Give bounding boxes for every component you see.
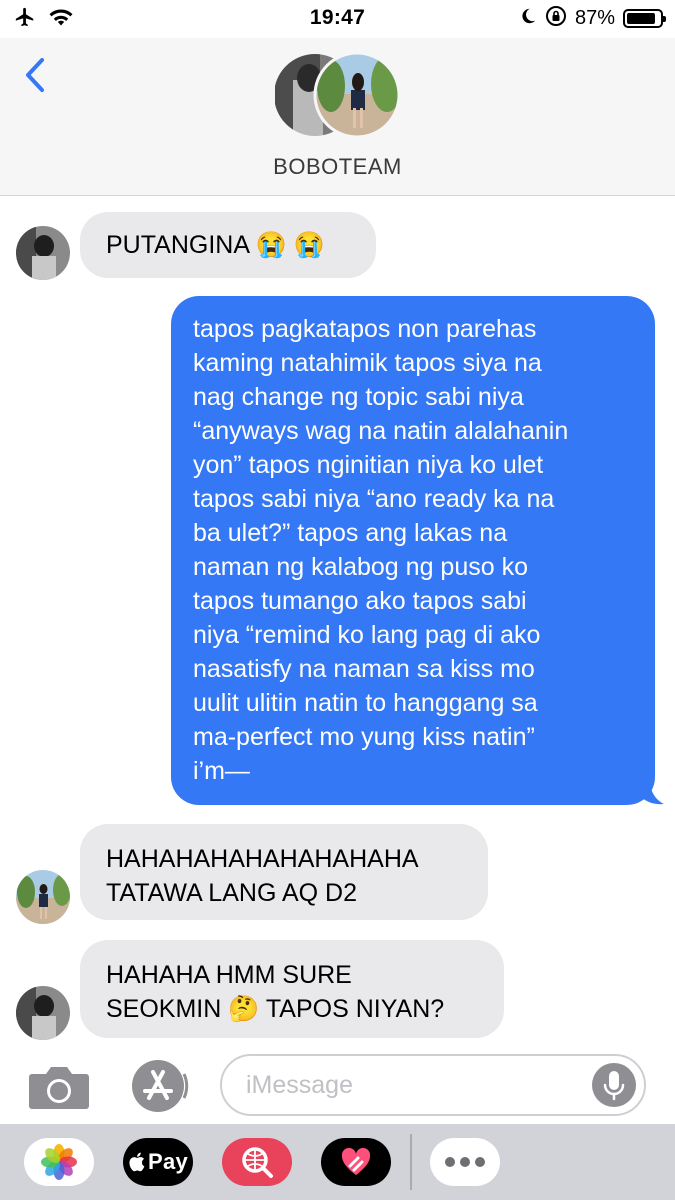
message-line: tapos sabi niya “ano ready ka na xyxy=(193,485,555,513)
message-bubble-incoming[interactable]: HAHAHA HMM SURE SEOKMIN 🤔 TAPOS NIYAN? xyxy=(80,940,504,1038)
web-images-icon xyxy=(242,1147,273,1178)
more-icon xyxy=(445,1157,485,1167)
web-images-app-button[interactable] xyxy=(222,1138,292,1186)
message-bubble-incoming[interactable]: HAHAHAHAHAHAHAHAHA TATAWA LANG AQ D2 xyxy=(80,824,488,920)
message-line: i’m— xyxy=(193,757,250,785)
apple-pay-label: Pay xyxy=(147,1149,189,1174)
message-line: ba ulet?” tapos ang lakas na xyxy=(193,519,508,547)
message-input[interactable]: iMessage xyxy=(220,1054,646,1116)
bubble-tail xyxy=(640,780,664,805)
message-line: ma-perfect mo yung kiss natin” xyxy=(193,723,535,751)
app-store-icon xyxy=(132,1060,189,1112)
chevron-left-icon xyxy=(26,58,44,92)
message-line: naman ng kalabog ng puso ko xyxy=(193,553,528,581)
camera-button[interactable] xyxy=(28,1062,90,1110)
message-line: nag change ng topic sabi niya xyxy=(193,383,524,411)
sender-avatar[interactable] xyxy=(16,870,70,924)
microphone-icon xyxy=(603,1071,625,1101)
app-store-button[interactable] xyxy=(126,1058,190,1114)
message-line: tapos tumango ako tapos sabi xyxy=(193,587,527,615)
drawer-divider xyxy=(410,1134,412,1190)
message-bubble-incoming[interactable]: PUTANGINA 😭 😭 xyxy=(80,212,376,278)
message-line: TATAWA LANG AQ D2 xyxy=(106,879,357,907)
digital-touch-icon xyxy=(341,1147,371,1175)
battery-icon xyxy=(623,9,666,28)
message-line: uulit ulitin natin to hanggang sa xyxy=(193,689,538,717)
group-avatar[interactable] xyxy=(272,50,401,140)
message-line: SEOKMIN 🤔 TAPOS NIYAN? xyxy=(106,995,445,1023)
orientation-lock-icon xyxy=(545,5,567,32)
sender-avatar[interactable] xyxy=(16,986,70,1040)
message-line: HAHAHA HMM SURE xyxy=(106,961,352,989)
more-apps-button[interactable] xyxy=(430,1138,500,1186)
message-line: HAHAHAHAHAHAHAHAHA xyxy=(106,845,419,873)
message-line: “anyways wag na natin alalahanin xyxy=(193,417,569,445)
battery-percent: 87% xyxy=(574,7,615,29)
apple-pay-button[interactable]: Pay xyxy=(123,1138,193,1186)
message-line: niya “remind ko lang pag di ako xyxy=(193,621,541,649)
digital-touch-app-button[interactable] xyxy=(321,1138,391,1186)
message-line: nasatisfy na naman sa kiss mo xyxy=(193,655,535,683)
apple-logo-icon xyxy=(129,1152,145,1172)
microphone-button[interactable] xyxy=(592,1063,636,1107)
sender-avatar[interactable] xyxy=(16,226,70,280)
conversation-title[interactable]: BOBOTEAM xyxy=(0,154,675,180)
message-line: tapos pagkatapos non parehas xyxy=(193,315,537,343)
message-text: PUTANGINA 😭 😭 xyxy=(106,231,325,259)
message-line: yon” tapos nginitian niya ko ulet xyxy=(193,451,544,479)
message-bubble-outgoing[interactable]: tapos pagkatapos non parehas kaming nata… xyxy=(171,296,655,805)
app-drawer: Pay xyxy=(0,1124,675,1200)
message-line: kaming natahimik tapos siya na xyxy=(193,349,542,377)
status-bar: 19:47 87% xyxy=(0,0,675,38)
back-button[interactable] xyxy=(20,56,54,96)
message-input-placeholder: iMessage xyxy=(246,1071,353,1099)
photos-icon xyxy=(41,1144,77,1180)
conversation-header: BOBOTEAM xyxy=(0,38,675,196)
moon-icon xyxy=(519,6,537,31)
camera-icon xyxy=(29,1067,89,1109)
photos-app-button[interactable] xyxy=(24,1138,94,1186)
